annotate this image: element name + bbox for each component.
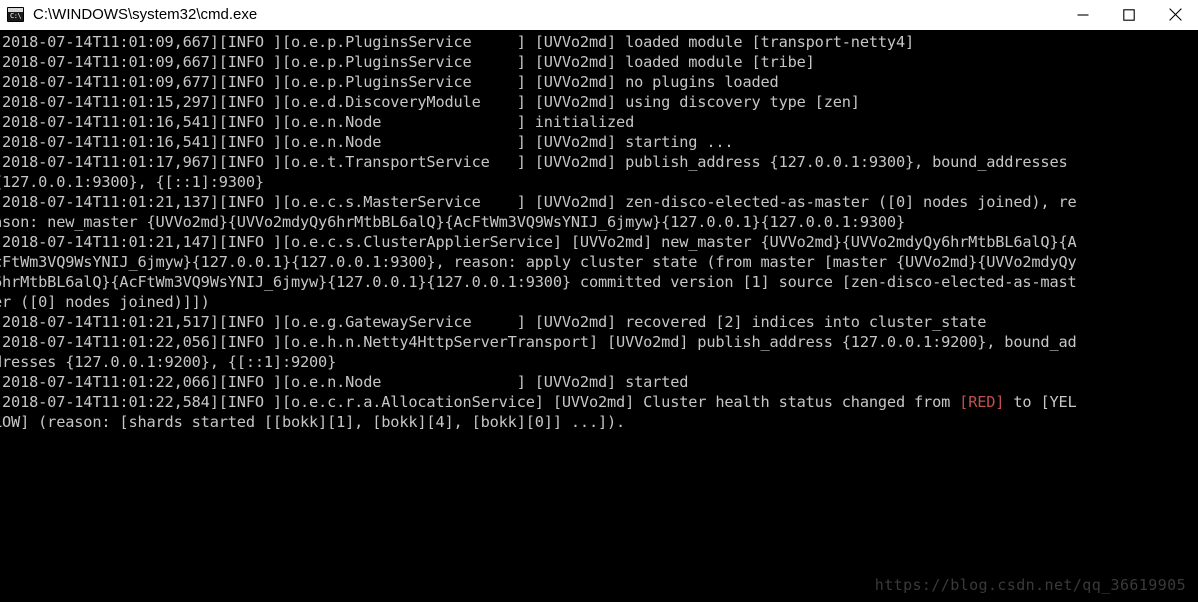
console-line-list: [2018-07-14T11:01:09,667][INFO ][o.e.p.P… bbox=[0, 30, 1198, 432]
console-line: [2018-07-14T11:01:16,541][INFO ][o.e.n.N… bbox=[0, 133, 734, 151]
console-line: dresses {127.0.0.1:9200}, {[::1]:9200} bbox=[0, 353, 337, 371]
cmd-icon-prompt-glyph: C:\ bbox=[10, 12, 22, 20]
console-line: [2018-07-14T11:01:21,137][INFO ][o.e.c.s… bbox=[0, 193, 1077, 211]
console-line: [2018-07-14T11:01:17,967][INFO ][o.e.t.T… bbox=[0, 153, 1068, 171]
window-controls bbox=[1060, 0, 1198, 29]
console-line: [2018-07-14T11:01:09,667][INFO ][o.e.p.P… bbox=[0, 33, 915, 51]
console-line: [2018-07-14T11:01:15,297][INFO ][o.e.d.D… bbox=[0, 93, 860, 111]
cmd-app-icon: C:\ bbox=[7, 7, 24, 22]
console-line: [2018-07-14T11:01:21,147][INFO ][o.e.c.s… bbox=[0, 233, 1077, 251]
console-line: cFtWm3VQ9WsYNIJ_6jmyw}{127.0.0.1}{127.0.… bbox=[0, 253, 1077, 271]
minimize-button[interactable] bbox=[1060, 0, 1106, 29]
console-line: [2018-07-14T11:01:22,584][INFO ][o.e.c.r… bbox=[0, 393, 1077, 411]
close-button[interactable] bbox=[1152, 0, 1198, 29]
console-line: [2018-07-14T11:01:09,667][INFO ][o.e.p.P… bbox=[0, 53, 815, 71]
console-line: [2018-07-14T11:01:22,066][INFO ][o.e.n.N… bbox=[0, 373, 689, 391]
minimize-icon bbox=[1077, 13, 1089, 16]
console-line: ason: new_master {UVVo2md}{UVVo2mdyQy6hr… bbox=[0, 213, 905, 231]
console-line: [2018-07-14T11:01:22,056][INFO ][o.e.h.n… bbox=[0, 333, 1077, 351]
titlebar-left: C:\ C:\WINDOWS\system32\cmd.exe bbox=[0, 6, 1060, 24]
window-titlebar[interactable]: C:\ C:\WINDOWS\system32\cmd.exe bbox=[0, 0, 1198, 30]
status-red-token: [RED] bbox=[959, 393, 1005, 411]
console-line: [2018-07-14T11:01:21,517][INFO ][o.e.g.G… bbox=[0, 313, 987, 331]
console-line: [2018-07-14T11:01:09,677][INFO ][o.e.p.P… bbox=[0, 73, 779, 91]
window-title: C:\WINDOWS\system32\cmd.exe bbox=[33, 5, 258, 23]
maximize-icon bbox=[1123, 8, 1135, 21]
cmd-window: C:\ C:\WINDOWS\system32\cmd.exe [2018-07… bbox=[0, 0, 1198, 602]
watermark-text: https://blog.csdn.net/qq_36619905 bbox=[874, 576, 1186, 594]
console-line: [2018-07-14T11:01:16,541][INFO ][o.e.n.N… bbox=[0, 113, 635, 131]
close-icon bbox=[1168, 8, 1182, 21]
console-line: er ([0] nodes joined)]]) bbox=[0, 293, 210, 311]
console-output-area[interactable]: [2018-07-14T11:01:09,667][INFO ][o.e.p.P… bbox=[0, 30, 1198, 602]
console-line: 6hrMtbBL6alQ}{AcFtWm3VQ9WsYNIJ_6jmyw}{12… bbox=[0, 273, 1077, 291]
console-line: LOW] (reason: [shards started [[bokk][1]… bbox=[0, 413, 626, 431]
maximize-button[interactable] bbox=[1106, 0, 1152, 29]
console-line: {127.0.0.1:9300}, {[::1]:9300} bbox=[0, 173, 264, 191]
